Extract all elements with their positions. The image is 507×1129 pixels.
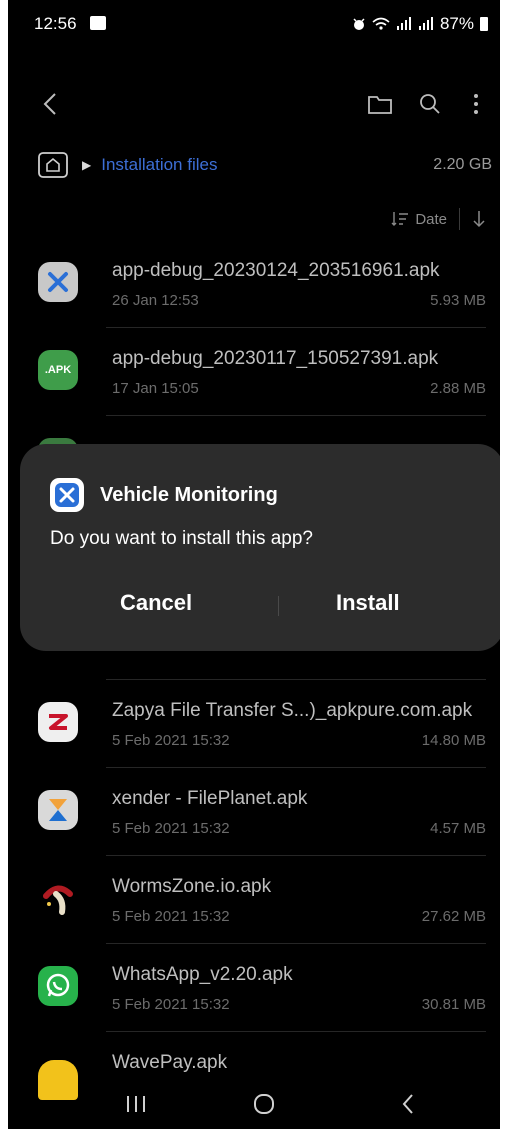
install-dialog: Vehicle Monitoring Do you want to instal… [20, 444, 500, 651]
battery-icon [480, 17, 488, 31]
breadcrumb-path[interactable]: Installation files [101, 155, 217, 175]
whatsapp-icon [38, 966, 78, 1006]
alarm-icon [353, 18, 365, 30]
sort-label[interactable]: Date [415, 211, 447, 228]
folder-icon [368, 96, 392, 114]
status-icons: 87% [352, 14, 488, 34]
breadcrumb: ▶ Installation files 2.20 GB [38, 150, 492, 180]
file-size: 4.57 MB [430, 820, 486, 837]
zapya-icon [38, 702, 78, 742]
recent-apps-icon [127, 1096, 145, 1112]
button-divider [278, 596, 279, 616]
wifi-icon [372, 17, 390, 30]
file-name: app-debug_20230117_150527391.apk [112, 348, 439, 369]
search-icon [420, 94, 440, 114]
sort-icon[interactable] [391, 211, 409, 227]
file-date: 5 Feb 2021 15:32 [112, 732, 230, 749]
file-row[interactable]: Zapya File Transfer S...)_apkpure.com.ap… [8, 680, 500, 768]
search-button[interactable] [414, 88, 446, 120]
home-icon[interactable] [38, 152, 68, 178]
signal-icon-1 [396, 17, 411, 30]
gallery-notification-icon [90, 16, 106, 30]
file-name: Zapya File Transfer S...)_apkpure.com.ap… [112, 700, 473, 721]
file-name: WavePay.apk [112, 1052, 228, 1073]
file-size: 27.62 MB [421, 908, 486, 925]
screen: 12:56 87% ▶ Installation files 2.20 GB D… [8, 0, 500, 1129]
folder-size: 2.20 GB [433, 156, 492, 173]
file-date: 5 Feb 2021 15:32 [112, 908, 230, 925]
recent-apps-button[interactable] [116, 1088, 156, 1120]
vehicle-app-icon [50, 478, 84, 512]
dialog-message: Do you want to install this app? [50, 528, 313, 549]
back-nav-button[interactable] [388, 1088, 428, 1120]
install-button[interactable]: Install [336, 590, 400, 616]
back-button[interactable] [34, 88, 66, 120]
file-size: 2.88 MB [430, 380, 486, 397]
file-row[interactable]: xender - FilePlanet.apk 5 Feb 2021 15:32… [8, 768, 500, 856]
apk-icon: .APK [38, 350, 78, 390]
file-size: 14.80 MB [421, 732, 486, 749]
breadcrumb-arrow-icon: ▶ [82, 158, 92, 172]
file-date: 5 Feb 2021 15:32 [112, 996, 230, 1013]
battery-percent: 87% [439, 14, 474, 33]
file-date: 26 Jan 12:53 [112, 292, 199, 309]
status-time: 12:56 [34, 14, 77, 33]
file-row[interactable]: WhatsApp_v2.20.apk 5 Feb 2021 15:32 30.8… [8, 944, 500, 1032]
file-size: 5.93 MB [430, 292, 486, 309]
file-name: WormsZone.io.apk [112, 876, 272, 897]
dialog-title: Vehicle Monitoring [100, 484, 278, 506]
chevron-left-icon [43, 93, 56, 115]
file-row[interactable]: .APK app-debug_20230117_150527391.apk 17… [8, 328, 500, 416]
file-name: app-debug_20230124_203516961.apk [112, 260, 440, 281]
status-bar: 12:56 87% [8, 0, 500, 46]
file-row[interactable]: app-debug_20230124_203516961.apk 26 Jan … [8, 240, 500, 328]
xender-icon [38, 790, 78, 830]
navigation-bar [8, 1082, 500, 1129]
cancel-button[interactable]: Cancel [120, 590, 192, 616]
file-size: 30.81 MB [421, 996, 486, 1013]
more-vert-icon [474, 94, 478, 114]
more-options-button[interactable] [460, 88, 492, 120]
file-row[interactable]: WormsZone.io.apk 5 Feb 2021 15:32 27.62 … [8, 856, 500, 944]
home-circle-icon [254, 1094, 274, 1114]
new-folder-button[interactable] [364, 88, 396, 120]
file-date: 5 Feb 2021 15:32 [112, 820, 230, 837]
toolbar [8, 88, 500, 120]
sort-bar: Date [391, 208, 486, 230]
home-nav-button[interactable] [244, 1088, 284, 1120]
vehicle-app-icon [38, 262, 78, 302]
file-date: 17 Jan 15:05 [112, 380, 199, 397]
wormszone-icon [38, 878, 78, 918]
file-name: WhatsApp_v2.20.apk [112, 964, 293, 985]
arrow-down-icon[interactable] [472, 210, 486, 228]
signal-icon-2 [418, 17, 433, 30]
file-name: xender - FilePlanet.apk [112, 788, 308, 809]
sort-divider [459, 208, 460, 230]
back-arrow-icon [402, 1094, 413, 1114]
